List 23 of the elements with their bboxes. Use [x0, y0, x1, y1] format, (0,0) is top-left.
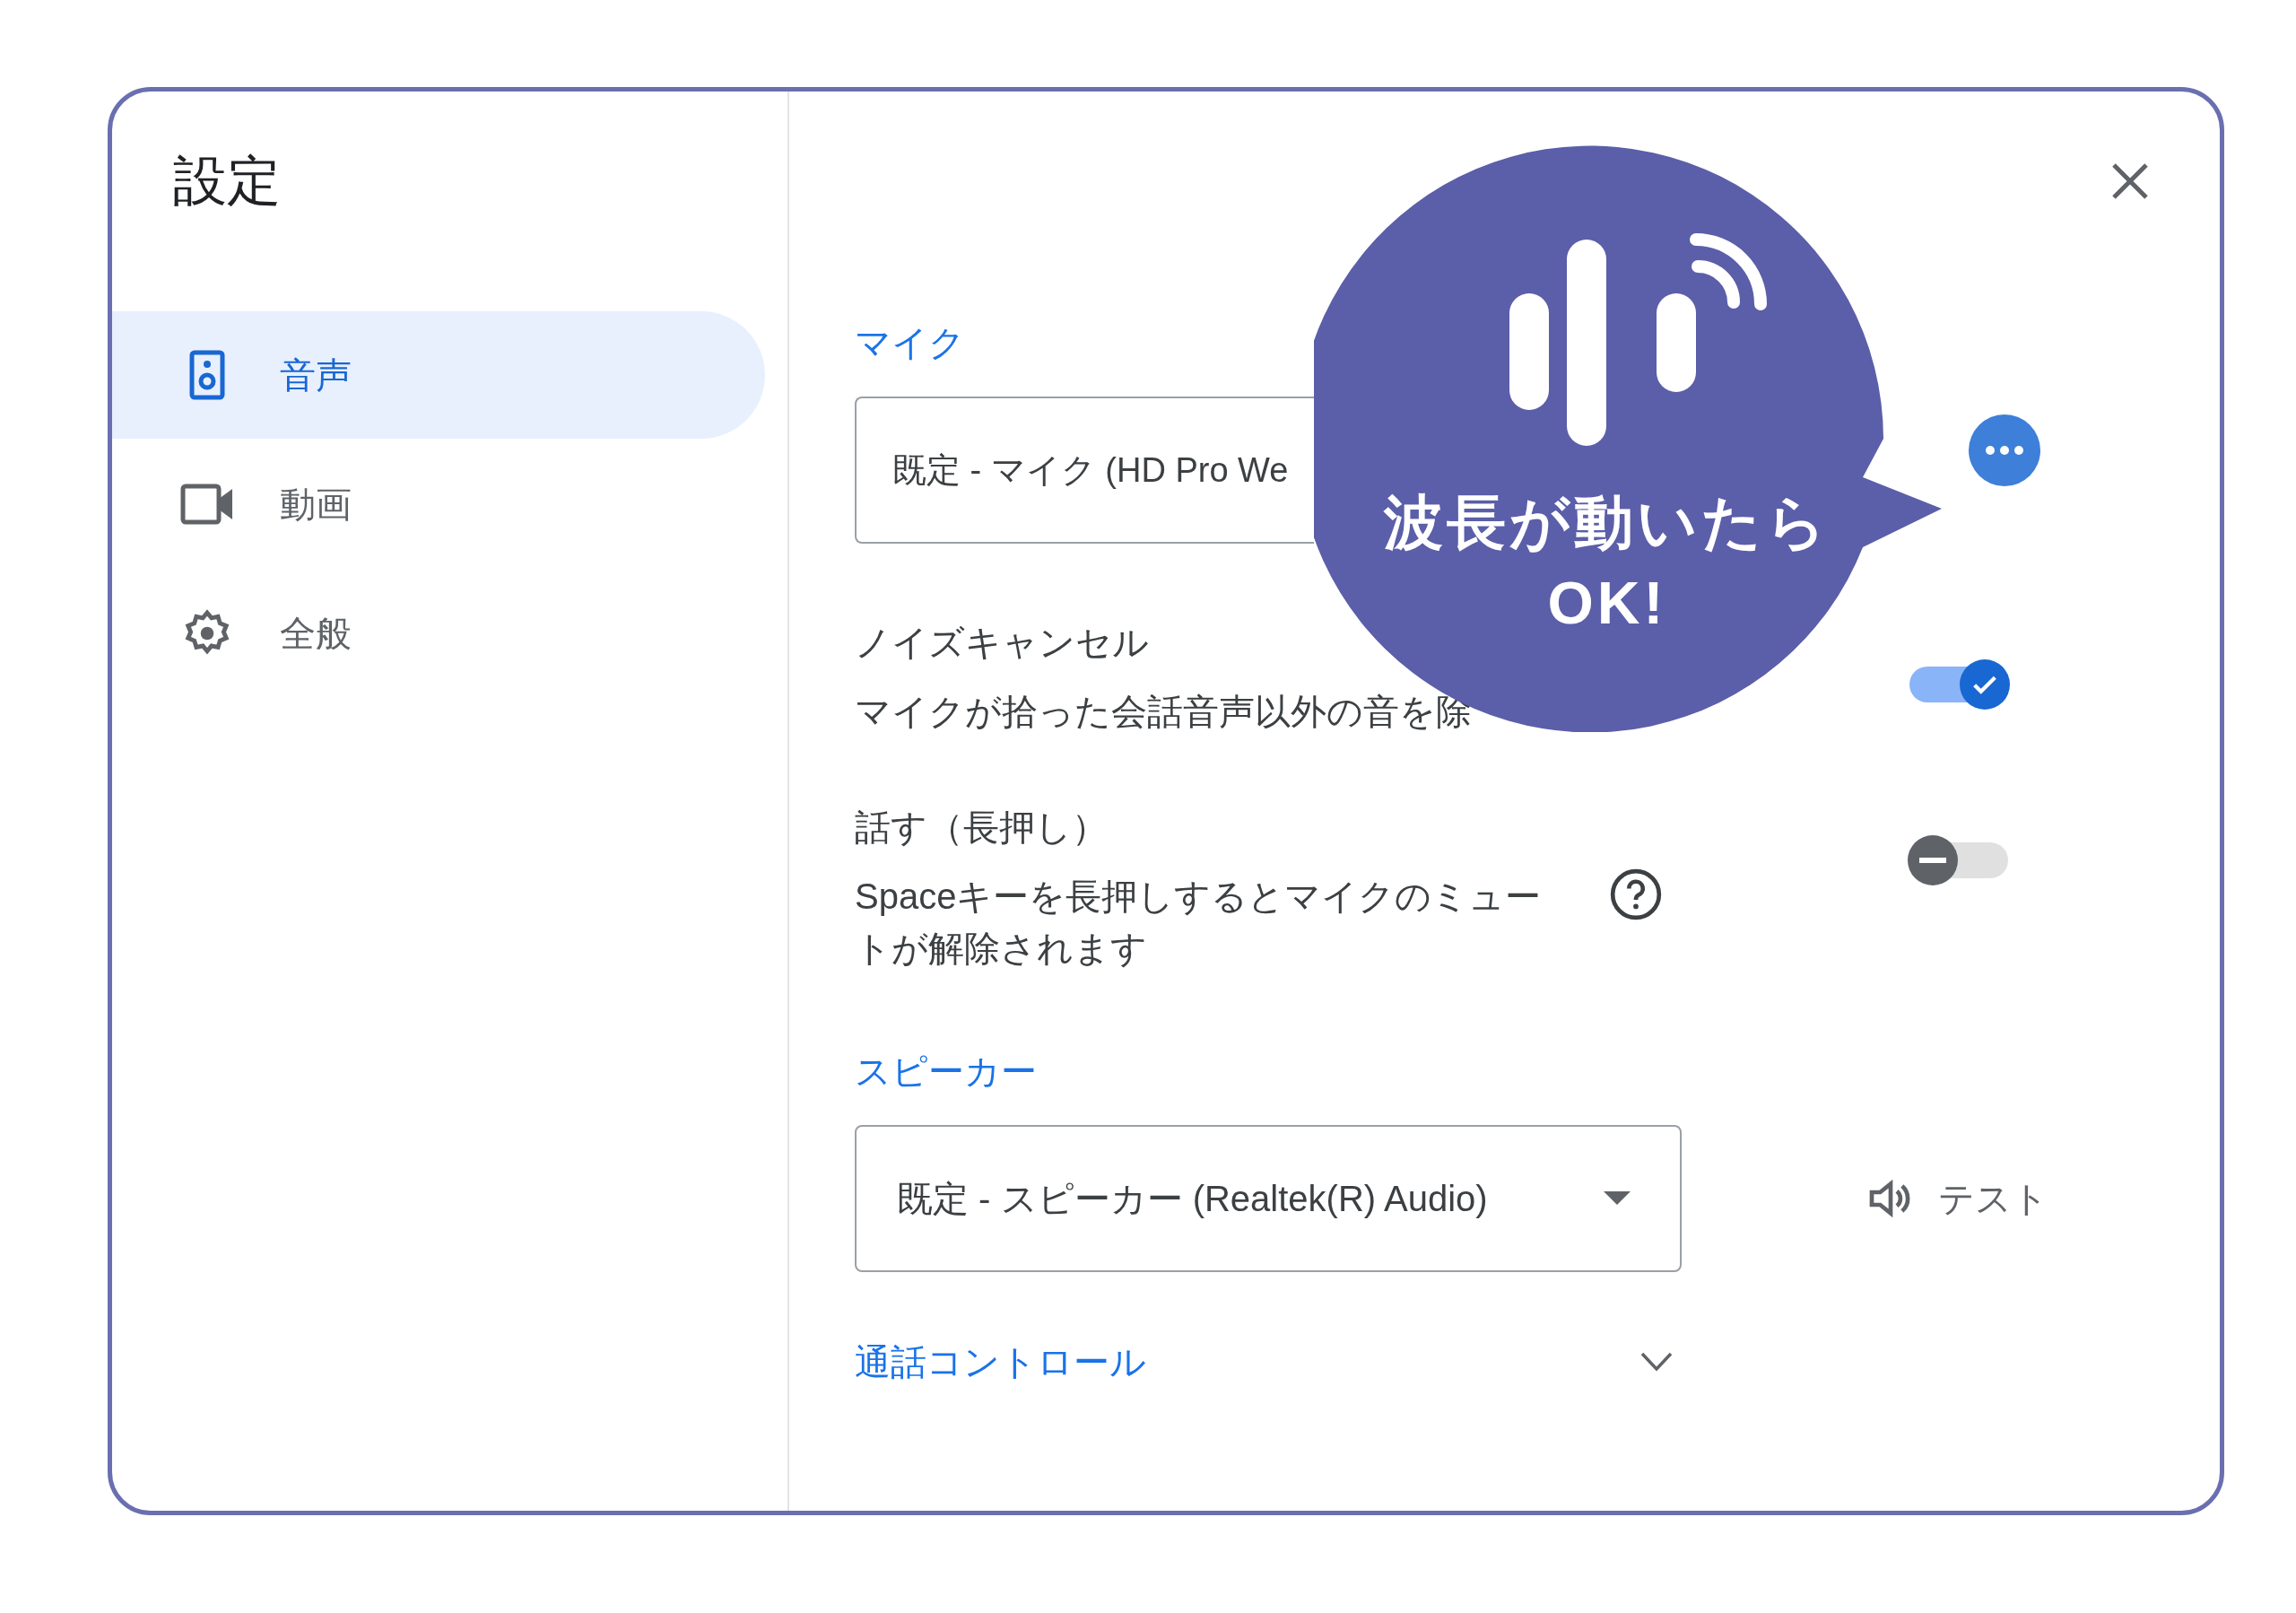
- section-heading: マイク: [855, 322, 965, 364]
- dropdown-caret-icon: [1604, 1191, 1631, 1206]
- callout-text: OK!: [1547, 569, 1667, 638]
- test-button[interactable]: テスト: [1866, 1172, 2048, 1225]
- section-heading: スピーカー: [855, 1051, 1037, 1093]
- video-camera-icon: [180, 484, 234, 525]
- help-icon[interactable]: [1608, 867, 1664, 922]
- speaker-select[interactable]: 既定 - スピーカー (Realtek(R) Audio): [855, 1125, 1682, 1272]
- setting-title: 話す（長押し）: [855, 806, 1108, 849]
- sound-wave-icon: [1509, 231, 1770, 446]
- callout-text: 波長が動いたら: [1384, 488, 1831, 557]
- chevron-down-icon: [1640, 1352, 1673, 1372]
- speaker-icon: [189, 350, 225, 400]
- dialog-title: 設定: [173, 154, 281, 208]
- sidebar-item[interactable]: 音声: [112, 311, 765, 439]
- setting-title: ノイズキャンセル: [855, 622, 1149, 664]
- sidebar-item[interactable]: 全般: [112, 570, 765, 697]
- sidebar-item[interactable]: 動画: [112, 440, 765, 568]
- call-controls-expander[interactable]: 通話コントロール: [855, 1335, 1682, 1389]
- setting-description: Spaceキーを長押しするとマイクのミュートが解除されます: [855, 876, 1543, 970]
- close-icon: [2110, 161, 2150, 201]
- minus-icon: [1919, 858, 1946, 863]
- more-icon: [1985, 445, 2024, 456]
